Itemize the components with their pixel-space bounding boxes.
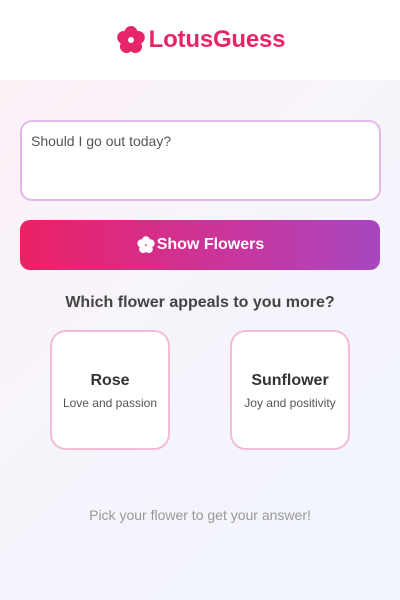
show-flowers-label: Show Flowers <box>156 236 265 253</box>
app-header: LotusGuess <box>0 0 400 80</box>
hint-text: Pick your flower to get your answer! <box>89 507 311 523</box>
flower-description: Joy and positivity <box>244 396 336 410</box>
flower-name: Sunflower <box>251 372 329 389</box>
flower-icon <box>136 235 156 255</box>
app-title: LotusGuess <box>148 26 286 53</box>
flower-icon <box>115 24 147 56</box>
flower-choice-rose[interactable]: Rose Love and passion <box>50 330 170 450</box>
show-flowers-button[interactable]: Show Flowers <box>20 220 380 270</box>
brand: LotusGuess <box>115 24 286 56</box>
question-input[interactable]: Should I go out today? <box>20 120 381 201</box>
choice-prompt: Which flower appeals to you more? <box>65 294 335 311</box>
flower-choice-sunflower[interactable]: Sunflower Joy and positivity <box>230 330 350 450</box>
flower-description: Love and passion <box>62 396 158 410</box>
flower-name: Rose <box>90 372 130 389</box>
